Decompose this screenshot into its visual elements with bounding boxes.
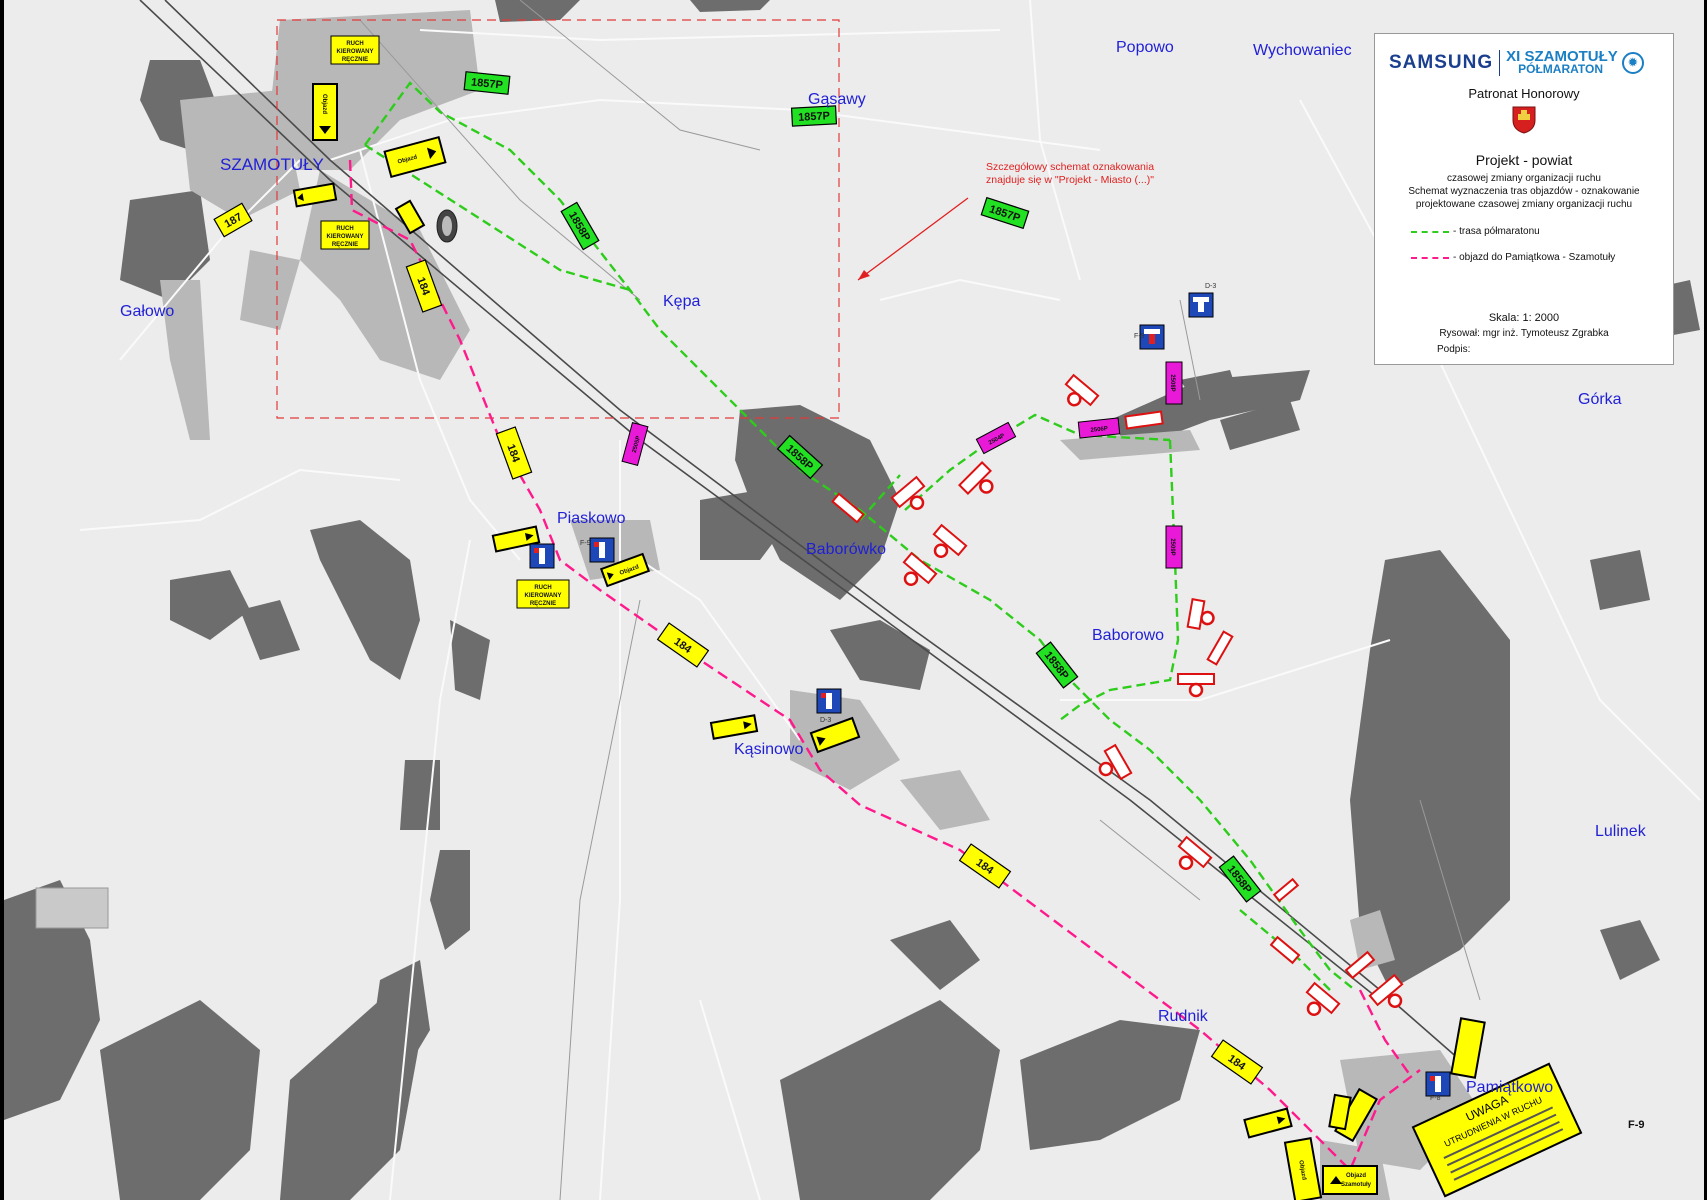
runner-icon: ✹ bbox=[1621, 52, 1644, 74]
road-tag-2509p-label: 2509P bbox=[1169, 538, 1175, 555]
logo-divider bbox=[1499, 50, 1501, 76]
place-galowo: Gałowo bbox=[120, 303, 174, 320]
coat-of-arms-icon bbox=[1512, 106, 1536, 134]
svg-text:RĘCZNIE: RĘCZNIE bbox=[332, 242, 358, 248]
legend-logo: SAMSUNG XI SZAMOTUŁY PÓŁMARATON ✹ bbox=[1389, 44, 1661, 82]
svg-text:KIEROWANY: KIEROWANY bbox=[326, 234, 363, 240]
place-baborowko: Baborówko bbox=[806, 541, 886, 558]
event-logo: XI SZAMOTUŁY PÓŁMARATON bbox=[1506, 48, 1618, 76]
honor-patronage: Patronat Honorowy bbox=[1468, 86, 1580, 101]
barrier bbox=[1177, 673, 1215, 685]
place-gorka: Górka bbox=[1578, 391, 1622, 408]
place-popowo: Popowo bbox=[1116, 39, 1174, 56]
project-description: czasowej zmiany organizacji ruchu Schema… bbox=[1408, 173, 1640, 210]
place-szamotuly: SZAMOTUŁY bbox=[220, 155, 324, 174]
svg-text:RĘCZNIE: RĘCZNIE bbox=[530, 601, 556, 607]
svg-text:RUCH: RUCH bbox=[534, 585, 551, 591]
annotation-line-1: Szczegółowy schemat oznakowania bbox=[986, 161, 1154, 173]
legend-panel: SAMSUNG XI SZAMOTUŁY PÓŁMARATON ✹ Patron… bbox=[1374, 33, 1674, 365]
svg-text:F-9: F-9 bbox=[1134, 333, 1145, 340]
svg-text:RUCH: RUCH bbox=[336, 226, 353, 232]
place-pamiatkowo: Pamiątkowo bbox=[1466, 1079, 1553, 1096]
svg-text:KIEROWANY: KIEROWANY bbox=[524, 593, 561, 599]
signature-label: Podpis: bbox=[1437, 344, 1471, 355]
place-kepa: Kępa bbox=[663, 293, 700, 310]
map-scale: Skala: 1: 2000 bbox=[1488, 312, 1560, 324]
place-wychowaniec: Wychowaniec bbox=[1253, 42, 1352, 59]
place-piaskowo: Piaskowo bbox=[557, 510, 626, 527]
place-lulinek: Lulinek bbox=[1595, 823, 1647, 840]
annotation-line-2: znajduje się w "Projekt - Miasto (...)" bbox=[986, 174, 1154, 186]
svg-text:Objazd: Objazd bbox=[1346, 1173, 1366, 1179]
road-tag-2508p-label: 2508P bbox=[1169, 374, 1175, 391]
svg-text:KIEROWANY: KIEROWANY bbox=[336, 49, 373, 55]
place-rudnik: Rudnik bbox=[1158, 1008, 1209, 1025]
stadium bbox=[436, 209, 458, 243]
legend-item-detour: - objazd do Pamiątkowa - Szamotuły bbox=[1411, 252, 1615, 263]
legend-route-swatch bbox=[1411, 230, 1449, 233]
svg-text:Objazd: Objazd bbox=[321, 94, 327, 114]
svg-text:F-8: F-8 bbox=[1430, 1095, 1441, 1102]
svg-text:Szamotuły: Szamotuły bbox=[1341, 1182, 1372, 1188]
place-kasinowo: Kąsinowo bbox=[734, 741, 803, 758]
drawn-by: Rysował: mgr inż. Tymoteusz Zgrabka bbox=[1439, 328, 1609, 339]
place-gasawy: Gąsawy bbox=[808, 91, 866, 108]
detour-sign-szamotuly bbox=[1322, 1165, 1378, 1195]
place-baborowo: Baborowo bbox=[1092, 627, 1164, 644]
road-tag-1857p-b-label: 1857P bbox=[798, 110, 830, 124]
project-title: Projekt - powiat bbox=[1475, 152, 1573, 168]
legend-detour-swatch bbox=[1411, 256, 1449, 259]
svg-text:D-3: D-3 bbox=[1205, 283, 1216, 290]
svg-text:F-9: F-9 bbox=[580, 540, 591, 547]
legend-item-route: - trasa półmaratonu bbox=[1411, 226, 1540, 237]
svg-text:RĘCZNIE: RĘCZNIE bbox=[342, 57, 368, 63]
samsung-logo: SAMSUNG bbox=[1389, 52, 1494, 73]
facility-block bbox=[35, 887, 109, 929]
f9-label: F-9 bbox=[1628, 1119, 1645, 1131]
svg-text:RUCH: RUCH bbox=[346, 41, 363, 47]
svg-text:D-3: D-3 bbox=[820, 717, 831, 724]
